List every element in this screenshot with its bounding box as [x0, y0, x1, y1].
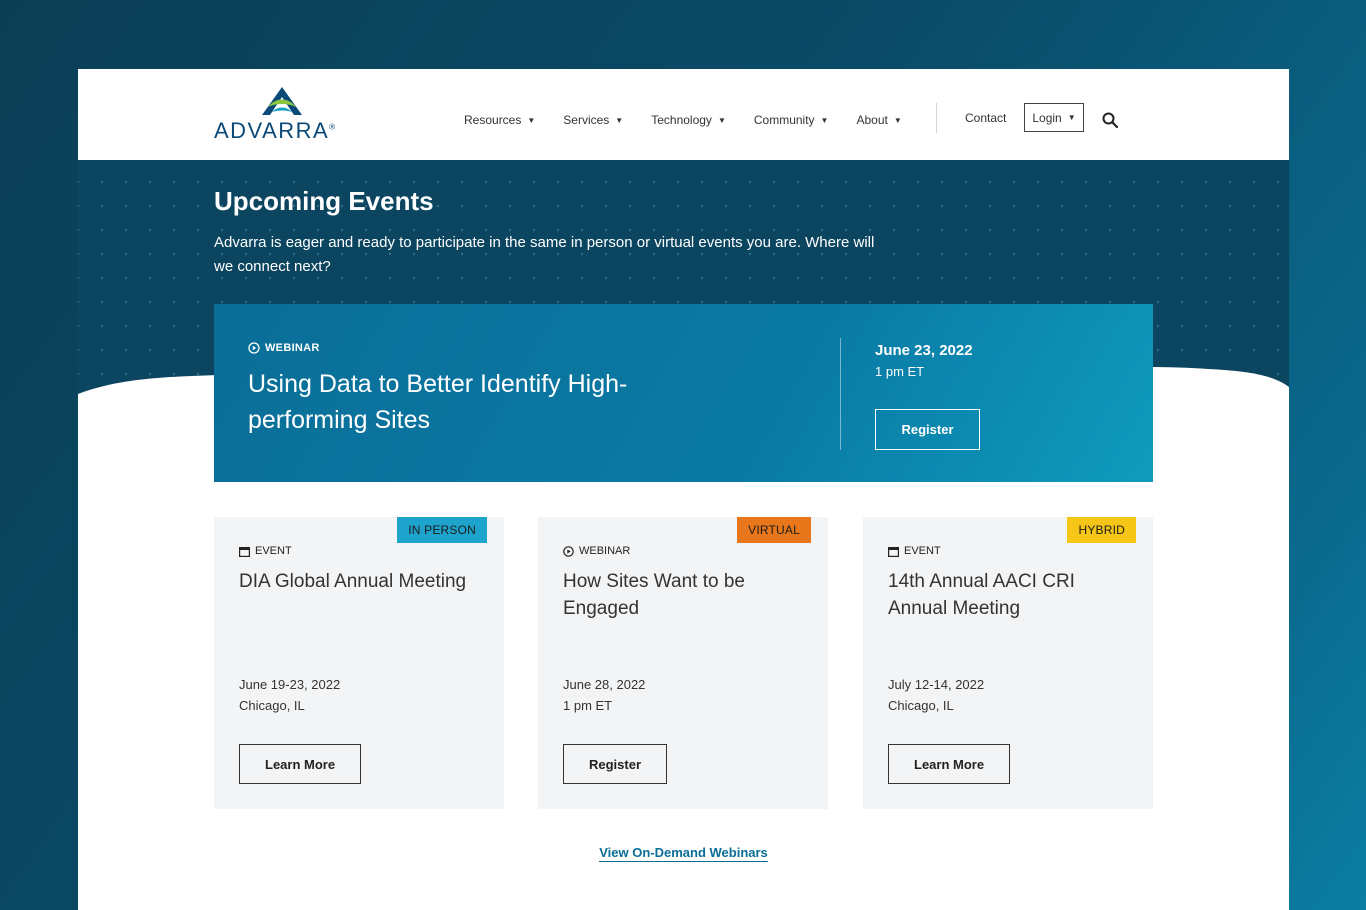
calendar-icon: [239, 546, 250, 557]
featured-title[interactable]: Using Data to Better Identify High-perfo…: [248, 366, 718, 438]
page-title: Upcoming Events: [214, 186, 434, 216]
nav-label: Technology: [651, 113, 712, 127]
card-date: July 12-14, 2022: [888, 677, 985, 692]
card-date: June 19-23, 2022: [239, 677, 341, 692]
nav-item-services[interactable]: Services ▼: [563, 113, 623, 127]
nav-item-community[interactable]: Community ▼: [754, 113, 829, 127]
caret-down-icon: ▼: [820, 115, 829, 125]
main-nav: Resources ▼ Services ▼ Technology ▼ Comm…: [464, 113, 930, 127]
nav-item-technology[interactable]: Technology ▼: [651, 113, 726, 127]
featured-event-card: WEBINAR Using Data to Better Identify Hi…: [214, 304, 1153, 482]
featured-divider: [840, 338, 841, 450]
login-dropdown[interactable]: Login ▼: [1024, 103, 1084, 132]
card-location: Chicago, IL: [239, 698, 305, 713]
register-button[interactable]: Register: [563, 744, 668, 784]
nav-item-resources[interactable]: Resources ▼: [464, 113, 535, 127]
card-type-label: EVENT: [239, 545, 292, 557]
logo-wordmark: ADVARRA®: [214, 118, 337, 144]
featured-register-button[interactable]: Register: [875, 409, 980, 450]
card-title[interactable]: How Sites Want to be Engaged: [563, 568, 803, 622]
status-badge: HYBRID: [1067, 517, 1136, 543]
nav-label: Services: [563, 113, 610, 127]
status-badge: IN PERSON: [397, 517, 487, 543]
search-icon[interactable]: [1102, 112, 1118, 128]
featured-type-label: WEBINAR: [248, 342, 320, 354]
nav-item-about[interactable]: About ▼: [856, 113, 901, 127]
learn-more-button[interactable]: Learn More: [239, 744, 362, 784]
featured-type-text: WEBINAR: [265, 342, 320, 354]
nav-label: About: [856, 113, 888, 127]
caret-down-icon: ▼: [717, 115, 726, 125]
card-type-text: EVENT: [255, 545, 292, 557]
play-circle-icon: [248, 342, 260, 354]
calendar-icon: [888, 546, 899, 557]
status-badge: VIRTUAL: [737, 517, 811, 543]
event-card: IN PERSON EVENT DIA Global Annual Meetin…: [214, 517, 504, 809]
learn-more-button[interactable]: Learn More: [888, 744, 1011, 784]
card-type-label: EVENT: [888, 545, 941, 557]
view-on-demand-webinars-link-container: View On-Demand Webinars: [78, 845, 1289, 862]
card-date: June 28, 2022: [563, 677, 646, 692]
card-type-label: WEBINAR: [563, 545, 630, 557]
featured-date: June 23, 2022: [875, 342, 973, 359]
card-time: 1 pm ET: [563, 698, 613, 713]
view-on-demand-webinars-link[interactable]: View On-Demand Webinars: [599, 845, 768, 862]
nav-divider: [936, 103, 937, 133]
card-type-text: WEBINAR: [579, 545, 631, 557]
advarra-logo-mark-icon: [262, 87, 302, 115]
caret-down-icon: ▼: [893, 115, 902, 125]
play-circle-icon: [563, 545, 574, 557]
featured-time: 1 pm ET: [875, 364, 925, 379]
nav-label: Resources: [464, 113, 522, 127]
caret-down-icon: ▼: [1067, 113, 1076, 122]
caret-down-icon: ▼: [527, 115, 536, 125]
card-type-text: EVENT: [904, 545, 941, 557]
card-title[interactable]: DIA Global Annual Meeting: [239, 568, 479, 595]
site-header: ADVARRA® Resources ▼ Services ▼ Technolo…: [78, 69, 1289, 160]
page-subtitle: Advarra is eager and ready to participat…: [214, 234, 875, 275]
card-title[interactable]: 14th Annual AACI CRI Annual Meeting: [888, 568, 1128, 622]
login-label: Login: [1032, 110, 1062, 125]
event-card: HYBRID EVENT 14th Annual AACI CRI Annual…: [863, 517, 1153, 809]
logo-wordmark-text: ADVARRA: [214, 118, 330, 143]
caret-down-icon: ▼: [615, 115, 624, 125]
nav-label: Community: [753, 113, 815, 127]
advarra-logo[interactable]: ADVARRA®: [214, 85, 350, 143]
card-location: Chicago, IL: [888, 698, 954, 713]
event-card: VIRTUAL WEBINAR How Sites Want to be Eng…: [538, 517, 828, 809]
contact-link[interactable]: Contact: [965, 111, 1006, 125]
page-container: ADVARRA® Resources ▼ Services ▼ Technolo…: [78, 69, 1289, 910]
trademark-symbol: ®: [329, 122, 337, 132]
